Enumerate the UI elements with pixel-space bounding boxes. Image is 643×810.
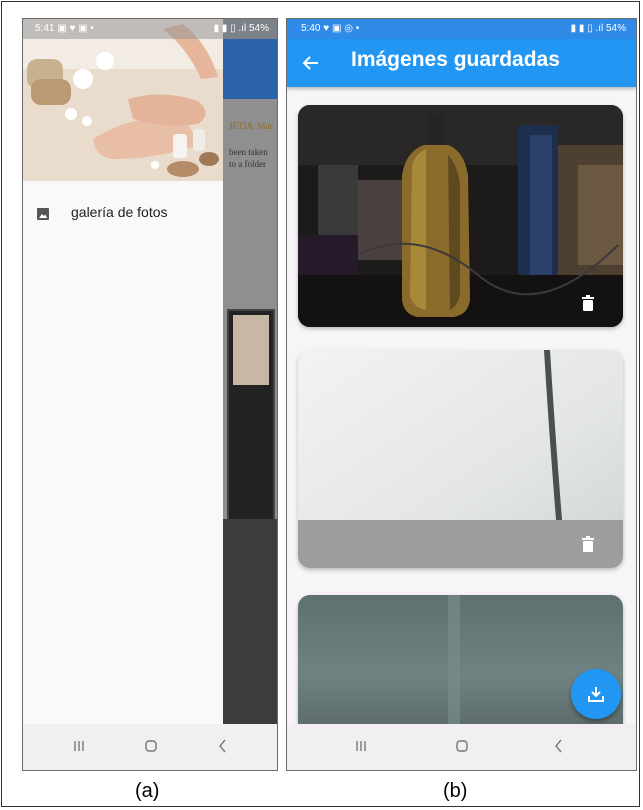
drawer-header-image xyxy=(23,19,223,181)
doc-line-1: been taken xyxy=(229,147,268,157)
image-icon xyxy=(37,207,49,220)
phone-screenshot-a: 5:41 ▣ ♥ ▣ • ▮ ▮ ▯ .ıl 54% JETIA, Mar be… xyxy=(22,18,278,771)
status-bar: 5:40 ♥ ▣ ◎ • ▮ ▮ ▯ .ıl 54% xyxy=(287,19,636,39)
saved-image-2 xyxy=(298,350,623,568)
home-button[interactable] xyxy=(452,736,472,756)
system-navigation-bar xyxy=(23,724,277,770)
caption-a: (a) xyxy=(135,780,160,802)
app-bar: Imágenes guardadas xyxy=(287,39,636,87)
back-button[interactable] xyxy=(213,736,233,756)
battery-level: 54% xyxy=(248,23,269,34)
background-dark-area xyxy=(223,519,277,724)
doc-title-fragment: JETIA, Mar xyxy=(229,121,273,131)
status-time: 5:40 xyxy=(301,23,321,34)
app-bar-title: Imágenes guardadas xyxy=(351,48,560,71)
saved-image-card-2[interactable] xyxy=(298,350,623,568)
saved-image-card-1[interactable] xyxy=(298,105,623,327)
background-app-bar xyxy=(223,39,277,99)
recent-apps-button[interactable] xyxy=(69,736,89,756)
background-document: JETIA, Mar been taken to a folder xyxy=(223,99,277,533)
phone-screenshot-b: 5:40 ♥ ▣ ◎ • ▮ ▮ ▯ .ıl 54% Imágenes guar… xyxy=(286,18,637,771)
doc-embedded-photo xyxy=(227,309,275,533)
recent-apps-button[interactable] xyxy=(351,736,371,756)
home-button[interactable] xyxy=(141,736,161,756)
background-app-scrim[interactable]: JETIA, Mar been taken to a folder xyxy=(223,19,277,724)
drawer-item-photo-gallery[interactable]: galería de fotos xyxy=(23,201,223,231)
navigation-drawer: galería de fotos xyxy=(23,19,223,724)
status-right-icons: ▮ ▮ ▯ .ıl xyxy=(570,23,604,34)
battery-level: 54% xyxy=(605,23,626,34)
saved-image-1 xyxy=(298,105,623,327)
delete-icon[interactable] xyxy=(581,295,595,311)
download-fab[interactable] xyxy=(571,669,621,719)
download-icon xyxy=(587,685,605,703)
doc-line-2: to a folder xyxy=(229,159,266,169)
back-button[interactable] xyxy=(549,736,569,756)
status-time: 5:41 xyxy=(35,23,55,34)
delete-icon[interactable] xyxy=(581,536,595,552)
system-navigation-bar xyxy=(287,724,636,770)
status-right-icons: ▮ ▮ ▯ .ıl xyxy=(213,23,247,34)
status-left-icons: ▣ ♥ ▣ • xyxy=(57,23,94,34)
caption-b: (b) xyxy=(443,780,468,802)
status-left-icons: ♥ ▣ ◎ • xyxy=(323,23,360,34)
arrow-back-icon[interactable] xyxy=(301,53,321,73)
drawer-item-label: galería de fotos xyxy=(71,204,168,220)
status-bar: 5:41 ▣ ♥ ▣ • ▮ ▮ ▯ .ıl 54% xyxy=(23,19,277,39)
